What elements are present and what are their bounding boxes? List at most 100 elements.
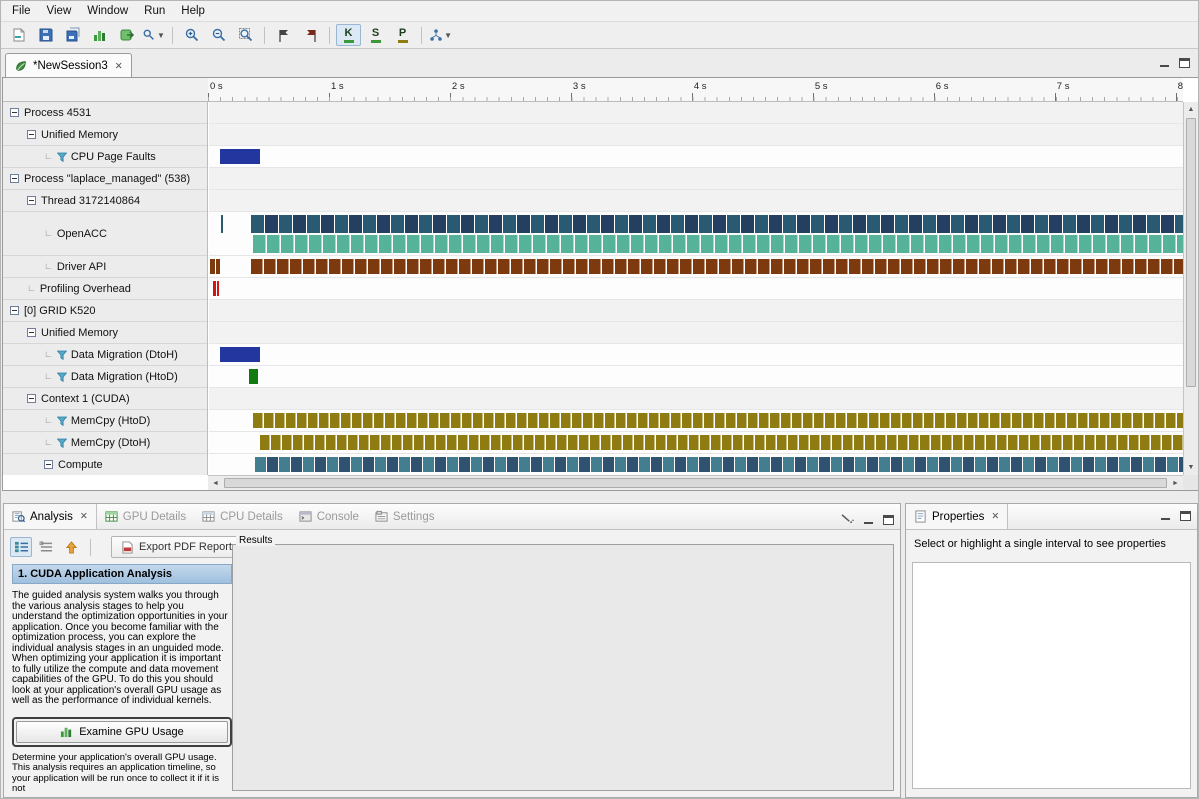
collapse-icon[interactable] <box>27 196 36 205</box>
collapse-icon[interactable] <box>27 130 36 139</box>
tab-analysis[interactable]: Analysis ✕ <box>4 504 97 529</box>
timeline-track-row[interactable] <box>209 190 1183 212</box>
minimize-icon[interactable] <box>863 515 874 525</box>
close-icon[interactable]: ✕ <box>115 61 123 72</box>
close-icon[interactable]: ✕ <box>991 511 999 522</box>
timeline-bar[interactable] <box>249 369 257 384</box>
scroll-right-icon[interactable]: ► <box>1168 476 1183 490</box>
timeline-track-row[interactable] <box>209 388 1183 410</box>
save-all-button[interactable] <box>60 24 85 46</box>
maximize-icon[interactable] <box>883 515 894 525</box>
timeline-track-row[interactable] <box>209 410 1183 432</box>
collapse-icon[interactable] <box>27 328 36 337</box>
timeline-bar[interactable] <box>210 259 215 274</box>
view-menu-icon[interactable] <box>841 511 854 529</box>
tab-console[interactable]: Console <box>291 504 367 529</box>
timeline-row-label[interactable]: Process 4531 <box>3 102 207 124</box>
horizontal-scrollbar[interactable]: ◄ ► <box>208 475 1183 490</box>
filter-icon[interactable] <box>57 350 67 360</box>
timeline-track-row[interactable] <box>209 278 1183 300</box>
timeline-bar[interactable] <box>220 347 260 362</box>
timeline-row-label[interactable]: Unified Memory <box>3 322 207 344</box>
timeline-row-label[interactable]: ∟OpenACC <box>3 212 207 256</box>
timeline-row-label[interactable]: ∟Data Migration (DtoH) <box>3 344 207 366</box>
menu-help[interactable]: Help <box>173 3 213 19</box>
timeline-bar[interactable] <box>253 413 1183 428</box>
guided-mode-button[interactable] <box>10 537 32 557</box>
timeline-row-label[interactable]: ∟Driver API <box>3 256 207 278</box>
timeline-track-row[interactable] <box>209 432 1183 454</box>
timeline-track-row[interactable] <box>209 322 1183 344</box>
analysis-dropdown-button[interactable]: ▼ <box>428 24 453 46</box>
tab-cpu-details[interactable]: CPU Details <box>194 504 291 529</box>
timeline-tracks[interactable] <box>209 102 1183 475</box>
scroll-up-icon[interactable]: ▲ <box>1184 102 1198 117</box>
timeline-track-row[interactable] <box>209 124 1183 146</box>
timeline-track-row[interactable] <box>209 146 1183 168</box>
timeline-track-row[interactable] <box>209 366 1183 388</box>
collapse-icon[interactable] <box>10 108 19 117</box>
timeline-track-row[interactable] <box>209 256 1183 278</box>
timeline-bar[interactable] <box>216 259 220 274</box>
save-session-button[interactable] <box>33 24 58 46</box>
timeline-row-label[interactable]: ∟CPU Page Faults <box>3 146 207 168</box>
kernel-timeline-toggle[interactable]: K <box>336 24 361 46</box>
vertical-scrollbar[interactable]: ▲ ▼ <box>1183 102 1198 475</box>
menu-file[interactable]: File <box>4 3 39 19</box>
zoom-fit-button[interactable] <box>233 24 258 46</box>
timeline-track-row[interactable] <box>209 212 1183 256</box>
timeline-row-label[interactable]: Thread 3172140864 <box>3 190 207 212</box>
tab-settings[interactable]: Settings <box>367 504 443 529</box>
maximize-icon[interactable] <box>1180 511 1191 521</box>
menu-run[interactable]: Run <box>136 3 173 19</box>
collapse-icon[interactable] <box>44 460 53 469</box>
export-pdf-button[interactable]: Export PDF Report <box>111 536 242 558</box>
timeline-bar[interactable] <box>221 215 223 233</box>
examine-gpu-usage-button[interactable]: Examine GPU Usage <box>16 721 228 743</box>
vertical-scroll-thumb[interactable] <box>1186 118 1196 387</box>
profile-application-button[interactable] <box>87 24 112 46</box>
sync-timeline-toggle[interactable]: S <box>363 24 388 46</box>
timeline-track-row[interactable] <box>209 102 1183 124</box>
timeline-bar[interactable] <box>213 281 215 296</box>
timeline-row-label[interactable]: [0] GRID K520 <box>3 300 207 322</box>
timeline-row-label[interactable]: Unified Memory <box>3 124 207 146</box>
timeline-ruler[interactable]: 0 s1 s2 s3 s4 s5 s6 s7 s8 <box>208 78 1183 102</box>
tab-gpu-details[interactable]: GPU Details <box>97 504 194 529</box>
timeline-row-label[interactable]: Compute <box>3 454 207 475</box>
timeline-track-row[interactable] <box>209 168 1183 190</box>
minimize-icon[interactable] <box>1159 58 1170 68</box>
scroll-left-icon[interactable]: ◄ <box>208 476 223 490</box>
timeline-row-label[interactable]: ∟MemCpy (DtoH) <box>3 432 207 454</box>
timeline-bar[interactable] <box>251 259 1183 274</box>
timeline-bar[interactable] <box>217 281 219 296</box>
settings-dropdown-button[interactable]: ▼ <box>141 24 166 46</box>
zoom-out-button[interactable] <box>206 24 231 46</box>
zoom-in-button[interactable] <box>179 24 204 46</box>
timeline-bar[interactable] <box>255 457 1183 472</box>
scroll-down-icon[interactable]: ▼ <box>1184 460 1198 475</box>
timeline-bar[interactable] <box>260 435 1183 450</box>
timeline-bar[interactable] <box>253 235 1183 253</box>
session-tab[interactable]: *NewSession3 ✕ <box>5 53 132 78</box>
unguided-mode-button[interactable] <box>35 537 57 557</box>
timeline-row-label[interactable]: Process "laplace_managed" (538) <box>3 168 207 190</box>
next-marker-button[interactable] <box>271 24 296 46</box>
timeline-row-label[interactable]: ∟MemCpy (HtoD) <box>3 410 207 432</box>
collapse-icon[interactable] <box>10 306 19 315</box>
timeline-track-row[interactable] <box>209 300 1183 322</box>
timeline-row-label[interactable]: Context 1 (CUDA) <box>3 388 207 410</box>
timeline-track-row[interactable] <box>209 344 1183 366</box>
timeline-bar[interactable] <box>220 149 260 164</box>
pinned-timeline-toggle[interactable]: P <box>390 24 415 46</box>
filter-icon[interactable] <box>57 416 67 426</box>
horizontal-scroll-thumb[interactable] <box>224 478 1167 488</box>
timeline-row-label[interactable]: ∟Profiling Overhead <box>3 278 207 300</box>
timeline-track-row[interactable] <box>209 454 1183 475</box>
prev-marker-button[interactable] <box>298 24 323 46</box>
import-button[interactable] <box>114 24 139 46</box>
minimize-icon[interactable] <box>1160 511 1171 521</box>
menu-window[interactable]: Window <box>79 3 136 19</box>
filter-icon[interactable] <box>57 372 67 382</box>
close-icon[interactable]: ✕ <box>80 511 88 522</box>
